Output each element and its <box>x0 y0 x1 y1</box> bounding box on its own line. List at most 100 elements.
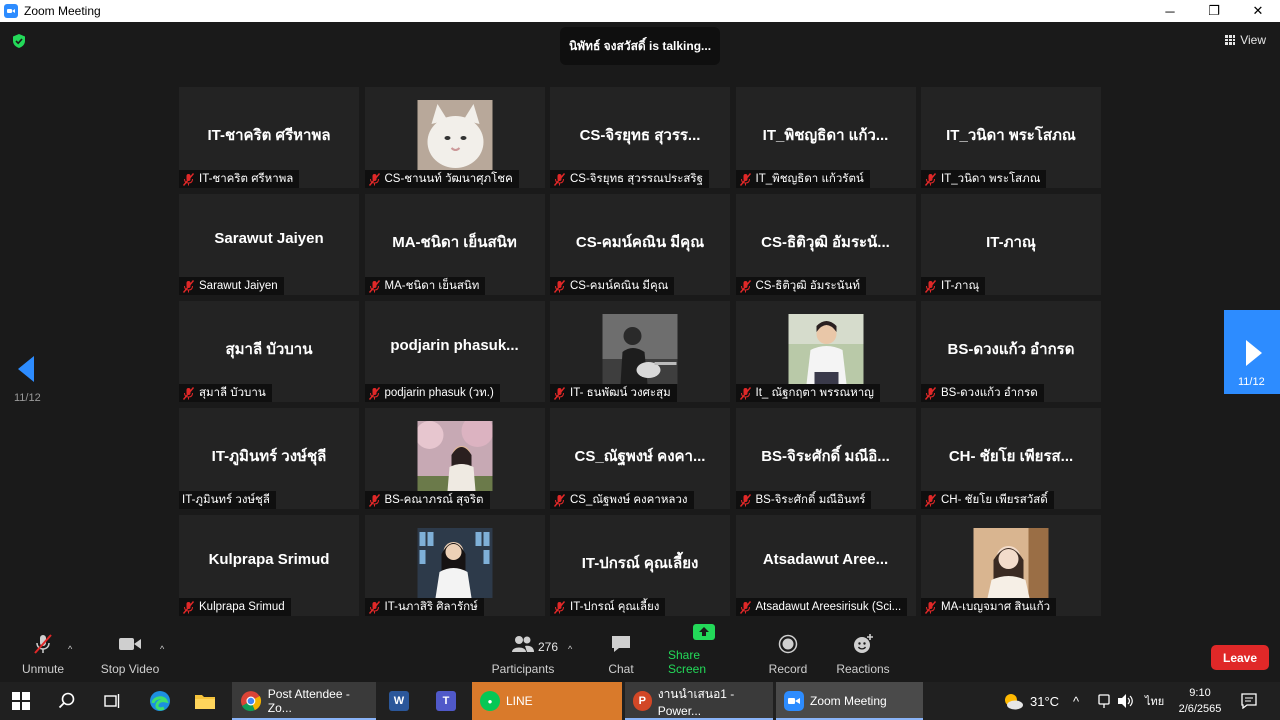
participant-name-label: CH- ชัยโย เพียรสวัสดิ์ <box>921 491 1054 509</box>
chat-bubble-icon <box>608 633 634 655</box>
muted-mic-icon <box>924 279 937 293</box>
share-screen-button[interactable]: Share Screen <box>668 624 740 682</box>
participant-tile[interactable]: CS-คมน์คณิน มีคุณ CS-คมน์คณิน มีคุณ <box>550 194 730 295</box>
edge-browser-button[interactable] <box>148 682 172 720</box>
reactions-label: Reactions <box>836 662 890 676</box>
participants-label: Participants <box>491 662 555 676</box>
leave-button[interactable]: Leave <box>1211 645 1269 670</box>
participant-name-text: IT-ปกรณ์ คุณเลี้ยง <box>570 601 660 613</box>
clock-date: 2/6/2565 <box>1178 703 1222 715</box>
participant-display-name: สุมาลี บัวบาน <box>225 341 313 358</box>
participant-tile[interactable]: IT-ปกรณ์ คุณเลี้ยง IT-ปกรณ์ คุณเลี้ยง <box>550 515 730 616</box>
participant-display-name: CS-คมน์คณิน มีคุณ <box>575 234 705 251</box>
file-explorer-button[interactable] <box>194 682 216 720</box>
muted-mic-icon <box>739 600 752 614</box>
participant-name-label: It_ ณัฐกฤตา พรรณหาญ <box>735 384 880 402</box>
encryption-shield-icon[interactable] <box>12 34 26 48</box>
participant-tile[interactable]: CS-ชานนท์ วัฒนาศุภโชค <box>364 87 545 188</box>
stop-video-button[interactable]: Stop Video <box>100 632 160 682</box>
video-options-caret[interactable]: ^ <box>160 644 164 654</box>
muted-mic-icon <box>368 172 381 186</box>
participant-video-girl <box>417 528 492 598</box>
reactions-button[interactable]: Reactions <box>836 632 890 682</box>
stop-video-label: Stop Video <box>100 662 160 676</box>
view-button[interactable]: View <box>1225 33 1266 47</box>
taskbar-app-line[interactable]: ● LINE <box>472 682 622 720</box>
previous-page-button[interactable]: 11/12 <box>0 340 56 414</box>
weather-sun-cloud-icon <box>1005 694 1023 710</box>
muted-mic-icon <box>553 279 566 293</box>
weather-widget[interactable]: 31°C <box>1002 682 1059 720</box>
participant-name-text: BS-ดวงแก้ว อำกรด <box>941 387 1038 399</box>
notifications-button[interactable] <box>1241 682 1257 720</box>
start-button[interactable] <box>12 682 30 720</box>
minimize-button[interactable]: ─ <box>1148 0 1192 22</box>
muted-mic-icon <box>924 493 937 507</box>
participant-tile[interactable]: MA-ชนิดา เย็นสนิท MA-ชนิดา เย็นสนิท <box>364 194 545 295</box>
edge-icon <box>150 691 170 711</box>
participant-tile[interactable]: Sarawut Jaiyen Sarawut Jaiyen <box>179 194 359 295</box>
taskbar-app-zoom[interactable]: Zoom Meeting <box>776 682 923 720</box>
arrow-left-icon <box>18 356 34 382</box>
participant-name-text: podjarin phasuk (วท.) <box>384 387 494 399</box>
system-clock[interactable]: 9:10 2/6/2565 <box>1170 685 1230 717</box>
participant-tile[interactable]: BS-จิระศักดิ์ มณีอิ... BS-จิระศักดิ์ มณีอ… <box>735 408 916 509</box>
chrome-icon <box>240 691 262 712</box>
muted-mic-icon <box>182 279 195 293</box>
participant-name-label: BS-ดวงแก้ว อำกรด <box>921 384 1044 402</box>
participant-display-name: CS-ธิติวุฒิ อัมระนั... <box>761 234 890 251</box>
muted-mic-icon <box>739 172 752 186</box>
restore-button[interactable]: ❐ <box>1192 0 1236 22</box>
participant-name-text: IT-นภาสิริ ศิลารักษ์ <box>384 601 478 613</box>
participant-name-label: podjarin phasuk (วท.) <box>364 384 500 402</box>
teams-button[interactable]: T <box>436 682 456 720</box>
task-view-button[interactable] <box>103 682 121 720</box>
participant-tile[interactable]: CH- ชัยโย เพียรส... CH- ชัยโย เพียรสวัสดิ… <box>921 408 1101 509</box>
chat-label: Chat <box>608 662 634 676</box>
participant-tile[interactable]: IT-ภูมินทร์ วงษ์ชุลี IT-ภูมินทร์ วงษ์ชุลี <box>179 408 359 509</box>
participant-tile[interactable]: podjarin phasuk... podjarin phasuk (วท.) <box>364 301 545 402</box>
grid-view-icon <box>1225 35 1236 45</box>
participant-tile[interactable]: IT_วนิดา พระโสภณ IT_วนิดา พระโสภณ <box>921 87 1101 188</box>
audio-options-caret[interactable]: ^ <box>68 644 72 654</box>
participant-display-name: BS-ดวงแก้ว อำกรด <box>947 341 1075 358</box>
participant-name-label: MA-ชนิดา เย็นสนิท <box>364 277 486 295</box>
muted-mic-icon <box>368 386 381 400</box>
participant-tile[interactable]: IT-นภาสิริ ศิลารักษ์ <box>364 515 545 616</box>
participant-display-name: podjarin phasuk... <box>390 337 519 354</box>
search-button[interactable] <box>58 682 76 720</box>
record-button[interactable]: Record <box>766 632 810 682</box>
word-button[interactable]: W <box>389 682 409 720</box>
participant-tile[interactable]: BS-คณาภรณ์ สุจริต <box>364 408 545 509</box>
participant-tile[interactable]: IT-ชาคริต ศรีหาพล IT-ชาคริต ศรีหาพล <box>179 87 359 188</box>
participant-tile[interactable]: IT_พิชญธิดา แก้ว... IT_พิชญธิดา แก้วรัตน์ <box>735 87 916 188</box>
participant-tile[interactable]: BS-ดวงแก้ว อำกรด BS-ดวงแก้ว อำกรด <box>921 301 1101 402</box>
participant-display-name: BS-จิระศักดิ์ มณีอิ... <box>761 448 890 465</box>
chat-button[interactable]: Chat <box>603 632 639 682</box>
close-button[interactable]: ✕ <box>1236 0 1280 22</box>
show-hidden-icons-chevron-icon[interactable]: ^ <box>1073 682 1079 720</box>
participant-tile[interactable]: MA-เบญจมาศ สินแก้ว <box>921 515 1101 616</box>
participant-tile[interactable]: Atsadawut Aree... Atsadawut Areesirisuk (… <box>735 515 916 616</box>
participant-tile[interactable]: CS_ณัฐพงษ์ คงคา... CS_ณัฐพงษ์ คงคาหลวง <box>550 408 730 509</box>
participant-tile[interactable]: CS-จิรยุทธ สุวรร... CS-จิรยุทธ สุวรรณประส… <box>550 87 730 188</box>
participant-tile[interactable]: Kulprapa Srimud Kulprapa Srimud <box>179 515 359 616</box>
participant-tile[interactable]: CS-ธิติวุฒิ อัมระนั... CS-ธิติวุฒิ อัมระน… <box>735 194 916 295</box>
unmute-button[interactable]: Unmute <box>20 632 66 682</box>
input-language[interactable]: ไทย <box>1145 682 1164 720</box>
participant-name-text: CS-คมน์คณิน มีคุณ <box>570 280 669 292</box>
temperature: 31°C <box>1030 693 1060 709</box>
participant-tile[interactable]: IT- ธนพัฒน์ วงศะสุม <box>550 301 730 402</box>
participant-tile[interactable]: IT-ภาณุ IT-ภาณุ <box>921 194 1101 295</box>
muted-mic-icon <box>368 279 381 293</box>
taskbar-app-chrome[interactable]: Post Attendee - Zo... <box>232 682 376 720</box>
participant-tile[interactable]: It_ ณัฐกฤตา พรรณหาญ <box>735 301 916 402</box>
participant-tile[interactable]: สุมาลี บัวบาน สุมาลี บัวบาน <box>179 301 359 402</box>
next-page-button[interactable]: 11/12 <box>1224 310 1280 394</box>
volume-icon[interactable] <box>1117 682 1135 720</box>
taskbar-app-powerpoint[interactable]: P งานนำเสนอ1 - Power... <box>625 682 773 720</box>
network-icon[interactable] <box>1097 682 1111 720</box>
muted-mic-icon <box>924 172 937 186</box>
participants-options-caret[interactable]: ^ <box>568 644 572 654</box>
muted-mic-icon <box>739 386 752 400</box>
